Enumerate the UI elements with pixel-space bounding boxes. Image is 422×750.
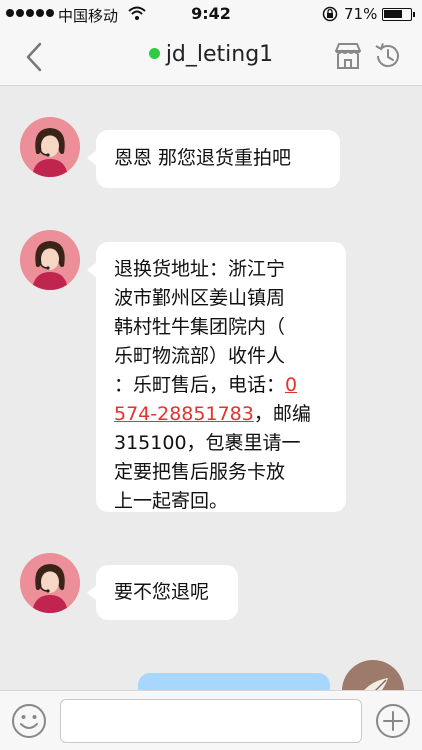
message-text: 退换货地址：浙江宁 波市鄞州区姜山镇周 韩村牡牛集团院内（ 乐町物流部）收件人 … <box>114 255 328 516</box>
input-bar <box>0 690 422 750</box>
address-text: 退换货地址：浙江宁 波市鄞州区姜山镇周 韩村牡牛集团院内（ 乐町物流部）收件人 … <box>114 258 286 396</box>
agent-avatar[interactable] <box>20 230 80 290</box>
message-text: 要不您退呢 <box>114 581 210 603</box>
agent-avatar[interactable] <box>20 553 80 613</box>
phone-number-link[interactable]: 0 <box>285 374 297 396</box>
more-options-button[interactable] <box>374 702 412 740</box>
customer-service-avatar-icon <box>20 230 80 290</box>
message-bubble[interactable]: 要不您退呢 <box>87 565 238 620</box>
status-bar: 中国移动 9:42 71% <box>0 0 422 28</box>
plus-icon <box>376 704 410 738</box>
emoji-button[interactable] <box>10 702 48 740</box>
message-bubble[interactable]: 退换货地址：浙江宁 波市鄞州区姜山镇周 韩村牡牛集团院内（ 乐町物流部）收件人 … <box>87 242 346 512</box>
store-icon <box>335 43 361 69</box>
message-bubble[interactable]: 恩恩 那您退货重拍吧 <box>87 130 340 188</box>
battery-icon <box>382 8 415 21</box>
message-input[interactable] <box>60 699 362 743</box>
contact-name: jd_leting1 <box>165 42 274 67</box>
rotation-lock-icon <box>322 6 338 22</box>
agent-avatar[interactable] <box>20 117 80 177</box>
customer-service-avatar-icon <box>20 117 80 177</box>
emoji-icon <box>12 704 46 738</box>
history-button[interactable] <box>372 40 404 72</box>
customer-service-avatar-icon <box>20 553 80 613</box>
message-text: 恩恩 那您退货重拍吧 <box>114 147 292 169</box>
phone-number-link[interactable]: 574-28851783 <box>114 403 254 425</box>
history-clock-icon <box>375 43 399 68</box>
store-button[interactable] <box>332 40 364 72</box>
battery-percent: 71% <box>344 5 378 23</box>
chat-header: jd_leting1 <box>0 28 422 86</box>
online-status-dot <box>148 48 160 59</box>
